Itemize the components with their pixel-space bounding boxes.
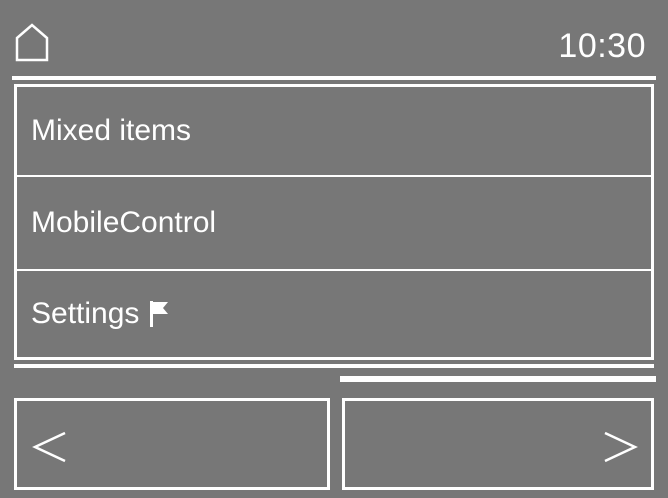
previous-button[interactable] <box>14 398 330 490</box>
menu-item-label: MobileControl <box>31 206 217 239</box>
next-button[interactable] <box>342 398 654 490</box>
home-icon <box>15 23 49 62</box>
appliance-display: 10:30 Mixed items MobileControl Settings <box>0 0 668 498</box>
menu-item-label: Mixed items <box>31 114 192 147</box>
chevron-left-icon <box>32 431 66 463</box>
menu-item-mobilecontrol[interactable]: MobileControl <box>17 177 651 269</box>
menu-item-label: Settings <box>31 297 140 330</box>
menu-item-mixed-items[interactable]: Mixed items <box>17 87 651 175</box>
chevron-right-icon <box>604 431 638 463</box>
home-button[interactable] <box>14 22 50 62</box>
menu-list: Mixed items MobileControl Settings <box>14 84 654 360</box>
clock-time: 10:30 <box>558 27 646 65</box>
menu-bottom-divider <box>14 364 654 368</box>
status-header: 10:30 <box>0 0 668 76</box>
scroll-indicator <box>340 376 656 382</box>
flag-icon <box>150 301 169 327</box>
menu-item-settings[interactable]: Settings <box>17 271 651 357</box>
scroll-indicator-thumb <box>340 376 656 382</box>
header-divider <box>12 76 656 80</box>
